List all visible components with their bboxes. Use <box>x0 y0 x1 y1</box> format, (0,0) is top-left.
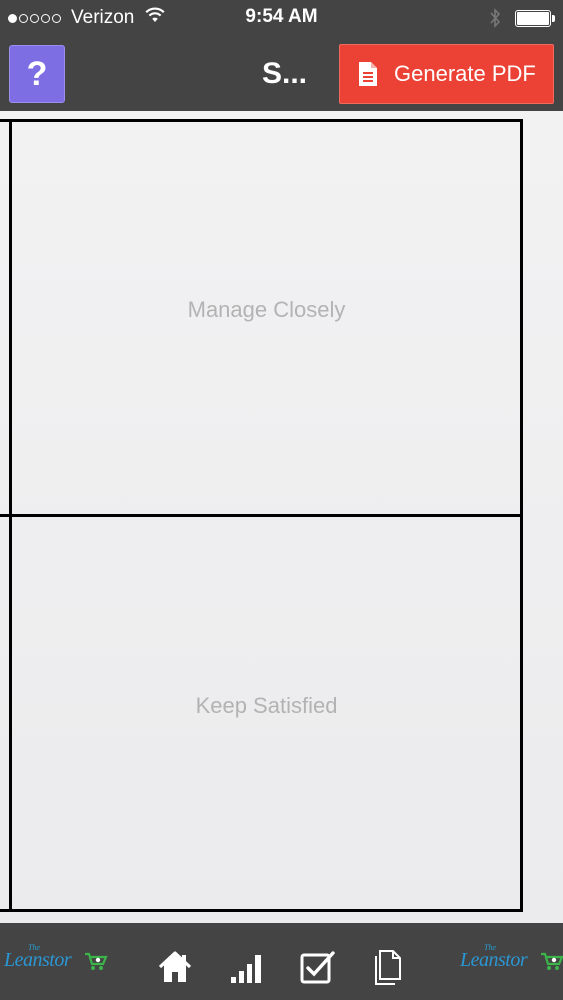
bar-chart-icon[interactable] <box>230 952 264 989</box>
document-icon[interactable] <box>372 950 402 991</box>
battery-icon <box>515 10 557 27</box>
cart-icon <box>84 951 108 976</box>
generate-pdf-label: Generate PDF <box>394 61 536 86</box>
status-bar: Verizon 9:54 AM <box>0 0 563 36</box>
matrix-bottom-border <box>0 909 523 912</box>
cart-icon <box>540 951 563 976</box>
page-title: S... <box>262 57 308 90</box>
matrix-top-border <box>0 119 523 122</box>
matrix-right-border <box>520 119 523 912</box>
home-icon[interactable] <box>158 950 192 989</box>
matrix-middle-line <box>0 514 523 517</box>
tab-bar: The Leanstor The Leanstor <box>0 923 563 1000</box>
generate-pdf-button[interactable]: Generate PDF <box>339 44 554 104</box>
help-button[interactable]: ? <box>9 45 65 103</box>
quadrant-manage-closely[interactable]: Manage Closely <box>12 297 521 323</box>
navigation-bar: ? S... Generate PDF <box>0 36 563 111</box>
leanstor-logo-left: The Leanstor <box>4 943 108 977</box>
quadrant-keep-satisfied[interactable]: Keep Satisfied <box>12 693 521 719</box>
status-time: 9:54 AM <box>245 6 318 27</box>
bluetooth-icon <box>489 8 501 33</box>
matrix-left-divider <box>9 119 12 912</box>
checkbox-icon[interactable] <box>300 950 336 989</box>
stakeholder-matrix: Manage Closely Keep Satisfied <box>0 111 563 923</box>
document-icon <box>358 61 378 87</box>
leanstor-logo-right: The Leanstor <box>460 943 563 977</box>
